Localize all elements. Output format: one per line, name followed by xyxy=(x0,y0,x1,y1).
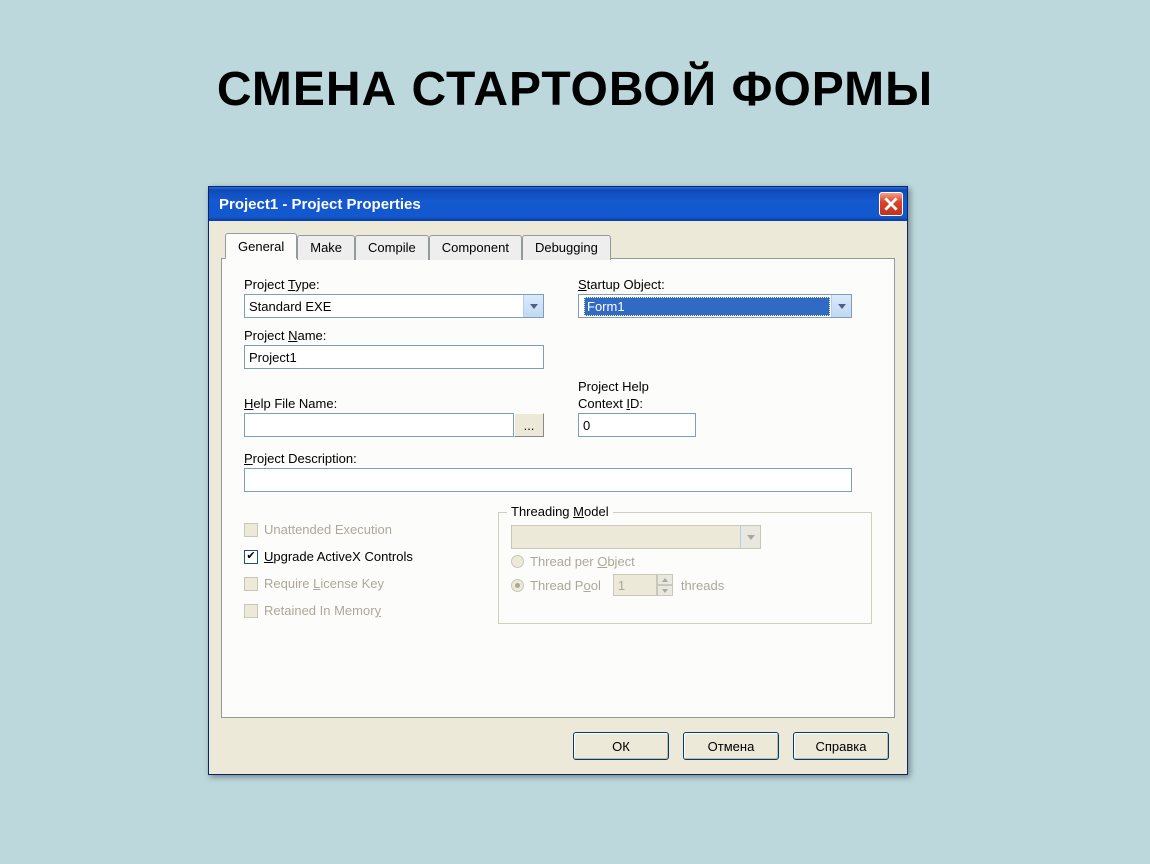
browse-button[interactable]: ... xyxy=(514,413,544,437)
project-type-value: Standard EXE xyxy=(249,299,331,314)
help-button[interactable]: Справка xyxy=(793,732,889,760)
ok-button[interactable]: ОК xyxy=(573,732,669,760)
thread-pool-spinner xyxy=(613,574,673,596)
startup-object-combo[interactable]: Form1 xyxy=(578,294,852,318)
project-name-input[interactable] xyxy=(244,345,544,369)
close-button[interactable] xyxy=(879,192,903,216)
require-license-checkbox: Require License Key xyxy=(244,576,476,591)
context-id-label-1: Project Help xyxy=(578,379,696,394)
project-type-label: Project Type: xyxy=(244,277,544,292)
spin-down-icon xyxy=(657,585,673,596)
thread-pool-count-input xyxy=(613,574,657,596)
close-icon xyxy=(884,197,898,211)
unattended-label: Unattended Execution xyxy=(264,522,392,537)
checkbox-icon xyxy=(244,604,258,618)
tab-panel-general: Project Type: Standard EXE Startup Objec… xyxy=(221,258,895,718)
checkbox-icon xyxy=(244,523,258,537)
threads-suffix-label: threads xyxy=(681,578,724,593)
tab-make[interactable]: Make xyxy=(297,235,355,260)
threading-model-combo xyxy=(511,525,761,549)
tabstrip: General Make Compile Component Debugging xyxy=(225,233,895,258)
radio-icon xyxy=(511,555,524,568)
project-type-combo[interactable]: Standard EXE xyxy=(244,294,544,318)
project-description-input[interactable] xyxy=(244,468,852,492)
help-file-label: Help File Name: xyxy=(244,396,544,411)
checkmark-icon: ✔ xyxy=(246,551,255,562)
retained-label: Retained In Memory xyxy=(264,603,381,618)
titlebar[interactable]: Project1 - Project Properties xyxy=(209,187,907,221)
chevron-down-icon xyxy=(740,526,760,548)
help-file-input[interactable] xyxy=(244,413,514,437)
project-description-label: Project Description: xyxy=(244,451,872,466)
tab-debugging[interactable]: Debugging xyxy=(522,235,611,260)
threading-model-title: Threading Model xyxy=(507,504,613,519)
cancel-button[interactable]: Отмена xyxy=(683,732,779,760)
tab-general[interactable]: General xyxy=(225,233,297,259)
startup-object-label: Startup Object: xyxy=(578,277,852,292)
slide-title: СМЕНА СТАРТОВОЙ ФОРМЫ xyxy=(0,0,1150,117)
thread-per-object-radio: Thread per Object xyxy=(511,554,859,569)
thread-pool-radio: Thread Pool threads xyxy=(511,574,859,596)
project-properties-dialog: Project1 - Project Properties General Ma… xyxy=(208,186,908,775)
thread-pool-label: Thread Pool xyxy=(530,578,601,593)
titlebar-text: Project1 - Project Properties xyxy=(219,196,421,213)
checkbox-icon xyxy=(244,577,258,591)
checkbox-icon: ✔ xyxy=(244,550,258,564)
tab-compile[interactable]: Compile xyxy=(355,235,429,260)
unattended-execution-checkbox: Unattended Execution xyxy=(244,522,476,537)
project-name-label: Project Name: xyxy=(244,328,544,343)
require-license-label: Require License Key xyxy=(264,576,384,591)
dialog-body: General Make Compile Component Debugging… xyxy=(209,221,907,774)
context-id-input[interactable] xyxy=(578,413,696,437)
chevron-down-icon xyxy=(831,295,851,317)
upgrade-activex-checkbox[interactable]: ✔ Upgrade ActiveX Controls xyxy=(244,549,476,564)
tab-component[interactable]: Component xyxy=(429,235,522,260)
upgrade-label: Upgrade ActiveX Controls xyxy=(264,549,413,564)
thread-per-object-label: Thread per Object xyxy=(530,554,635,569)
context-id-label-2: Context ID: xyxy=(578,396,696,411)
chevron-down-icon xyxy=(523,295,543,317)
spin-up-icon xyxy=(657,574,673,585)
retained-memory-checkbox: Retained In Memory xyxy=(244,603,476,618)
startup-object-value: Form1 xyxy=(584,297,830,316)
dialog-button-row: ОК Отмена Справка xyxy=(221,732,895,760)
radio-icon xyxy=(511,579,524,592)
threading-model-group: Threading Model Thread per Object Thread… xyxy=(498,512,872,624)
